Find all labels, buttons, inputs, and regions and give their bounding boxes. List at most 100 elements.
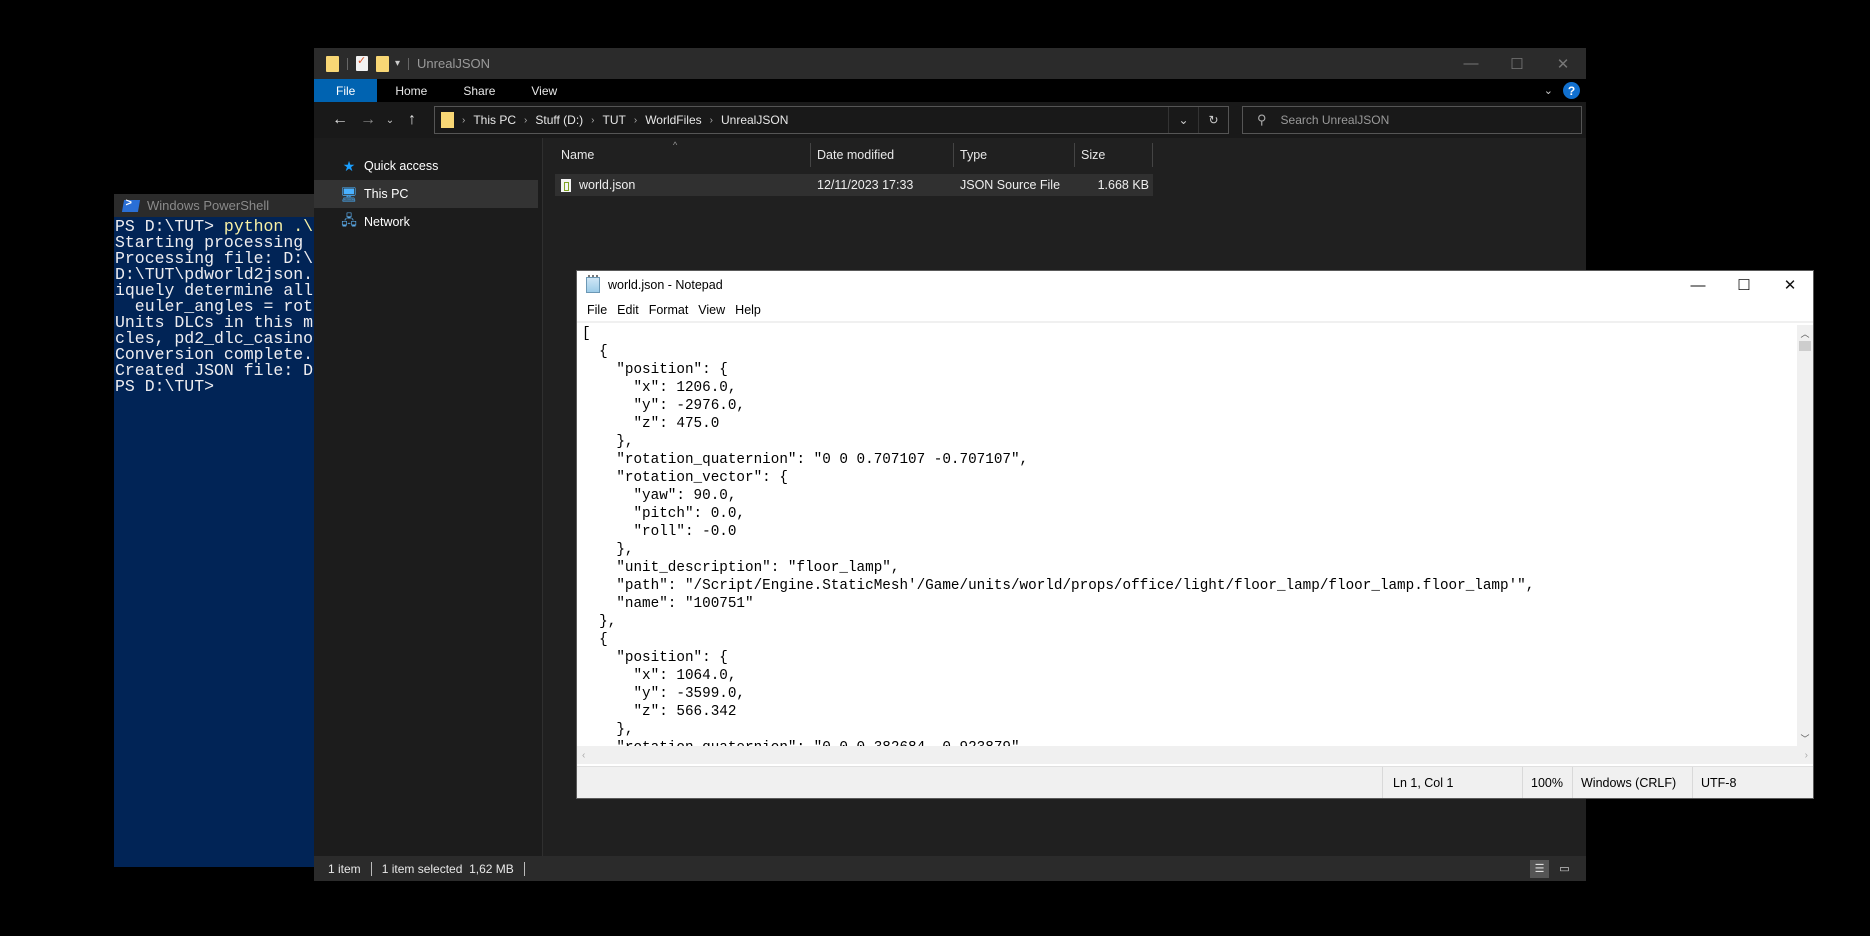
vertical-scrollbar[interactable]: ︿ ﹀ <box>1797 325 1813 746</box>
column-size[interactable]: Size <box>1075 143 1153 167</box>
powershell-titlebar[interactable]: Windows PowerShell <box>114 194 334 217</box>
ps-output: Starting processing Processing file: D:\… <box>115 233 314 395</box>
notepad-status-bar: Ln 1, Col 1 100% Windows (CRLF) UTF-8 <box>577 766 1813 798</box>
scroll-thumb[interactable] <box>1799 341 1811 351</box>
explorer-titlebar[interactable]: ▾ UnrealJSON — ☐ ✕ <box>314 48 1586 79</box>
back-button[interactable]: ← <box>326 111 354 129</box>
folder-icon <box>326 55 339 72</box>
file-type: JSON Source File <box>960 178 1061 192</box>
scroll-right-icon[interactable]: › <box>1805 750 1808 761</box>
sidebar-item-quick-access[interactable]: ★ Quick access <box>314 152 542 180</box>
sidebar-item-network[interactable]: 🖧 Network <box>314 208 542 236</box>
tab-file[interactable]: File <box>314 79 378 102</box>
line-ending: Windows (CRLF) <box>1572 767 1692 798</box>
network-icon: 🖧 <box>341 212 357 228</box>
computer-icon: 🖥 <box>340 185 358 202</box>
chevron-right-icon[interactable]: › <box>634 115 637 126</box>
scroll-up-icon[interactable]: ︿ <box>1797 325 1813 341</box>
tab-share[interactable]: Share <box>445 79 513 102</box>
navigation-bar: ← → ⌄ ↑ › This PC › Stuff (D:) › TUT › W… <box>314 102 1586 138</box>
tab-home[interactable]: Home <box>377 79 445 102</box>
address-bar[interactable]: › This PC › Stuff (D:) › TUT › WorldFile… <box>434 106 1229 134</box>
powershell-window[interactable]: Windows PowerShell PS D:\TUT> python .\ … <box>114 194 334 867</box>
large-icons-view-icon[interactable]: ▭ <box>1555 860 1574 878</box>
chevron-right-icon[interactable]: › <box>462 115 465 126</box>
address-dropdown-icon[interactable]: ⌄ <box>1168 107 1198 133</box>
powershell-icon <box>121 199 141 212</box>
notepad-window[interactable]: world.json - Notepad — ☐ ✕ File Edit For… <box>576 270 1814 799</box>
powershell-title: Windows PowerShell <box>147 198 270 213</box>
zoom-level: 100% <box>1522 767 1572 798</box>
notepad-titlebar[interactable]: world.json - Notepad — ☐ ✕ <box>577 271 1813 299</box>
ribbon: File Home Share View ⌄ ? <box>314 79 1586 102</box>
refresh-icon[interactable]: ↻ <box>1198 107 1228 133</box>
file-name: world.json <box>579 177 636 192</box>
maximize-button[interactable]: ☐ <box>1494 48 1540 79</box>
menu-view[interactable]: View <box>693 303 730 317</box>
divider <box>523 861 525 876</box>
sidebar-item-label: Network <box>364 215 410 229</box>
file-row[interactable]: world.json 12/11/2023 17:33 JSON Source … <box>555 174 1153 196</box>
star-icon: ★ <box>342 157 356 174</box>
chevron-right-icon[interactable]: › <box>710 115 713 126</box>
notepad-title: world.json - Notepad <box>608 278 723 292</box>
breadcrumb-this-pc[interactable]: This PC <box>473 113 516 127</box>
forward-button[interactable]: → <box>354 111 382 129</box>
json-file-icon <box>561 179 571 193</box>
search-box[interactable]: ⚲ Search UnrealJSON <box>1242 106 1582 134</box>
breadcrumb-unrealjson[interactable]: UnrealJSON <box>721 113 788 127</box>
properties-icon[interactable] <box>356 54 368 71</box>
selection-info: 1 item selected 1,62 MB <box>381 861 514 876</box>
scroll-left-icon[interactable]: ‹ <box>582 750 585 761</box>
minimize-button[interactable]: — <box>1448 48 1494 79</box>
editor-content: [ { "position": { "x": 1206.0, "y": -297… <box>582 326 1535 746</box>
notepad-icon <box>586 275 600 293</box>
sidebar-item-label: This PC <box>364 187 409 201</box>
up-button[interactable]: ↑ <box>398 111 426 129</box>
menu-bar: File Edit Format View Help <box>577 299 1813 323</box>
navigation-pane: ★ Quick access 🖥 This PC 🖧 Network <box>314 138 543 856</box>
menu-help[interactable]: Help <box>730 303 766 317</box>
text-editor[interactable]: [ { "position": { "x": 1206.0, "y": -297… <box>577 325 1797 746</box>
maximize-button[interactable]: ☐ <box>1721 271 1767 299</box>
minimize-button[interactable]: — <box>1675 271 1721 299</box>
help-icon[interactable]: ? <box>1563 82 1580 99</box>
breadcrumb-drive[interactable]: Stuff (D:) <box>535 113 583 127</box>
folder-icon <box>441 112 454 128</box>
item-count: 1 item <box>328 861 361 876</box>
sidebar-item-label: Quick access <box>364 159 439 173</box>
customize-toolbar-icon[interactable]: ▾ <box>395 58 400 69</box>
menu-format[interactable]: Format <box>644 303 694 317</box>
recent-locations-icon[interactable]: ⌄ <box>382 115 398 126</box>
sidebar-item-this-pc[interactable]: 🖥 This PC <box>314 180 538 208</box>
close-button[interactable]: ✕ <box>1767 271 1813 299</box>
horizontal-scrollbar[interactable]: ‹ › <box>577 746 1813 764</box>
encoding: UTF-8 <box>1692 767 1782 798</box>
explorer-title: UnrealJSON <box>417 56 490 71</box>
chevron-right-icon[interactable]: › <box>524 115 527 126</box>
file-size: 1.668 KB <box>1097 178 1149 192</box>
column-type[interactable]: Type <box>954 143 1075 167</box>
explorer-status-bar: 1 item 1 item selected 1,62 MB ☰ ▭ <box>314 856 1586 881</box>
search-placeholder: Search UnrealJSON <box>1280 113 1390 127</box>
close-button[interactable]: ✕ <box>1540 48 1586 79</box>
breadcrumb-tut[interactable]: TUT <box>603 113 626 127</box>
expand-ribbon-icon[interactable]: ⌄ <box>1544 84 1553 97</box>
divider <box>347 57 348 70</box>
new-folder-icon[interactable] <box>376 55 389 72</box>
file-date: 12/11/2023 17:33 <box>817 178 914 192</box>
scroll-down-icon[interactable]: ﹀ <box>1797 730 1813 746</box>
chevron-right-icon[interactable]: › <box>591 115 594 126</box>
powershell-console[interactable]: PS D:\TUT> python .\ Starting processing… <box>114 217 314 395</box>
column-headers: Name Date modified Type Size <box>555 138 1153 172</box>
menu-edit[interactable]: Edit <box>612 303 644 317</box>
details-view-icon[interactable]: ☰ <box>1530 859 1549 878</box>
column-date-modified[interactable]: Date modified <box>811 143 954 167</box>
breadcrumb-worldfiles[interactable]: WorldFiles <box>645 113 701 127</box>
menu-file[interactable]: File <box>582 303 612 317</box>
search-icon: ⚲ <box>1257 112 1267 127</box>
tab-view[interactable]: View <box>513 79 575 102</box>
divider <box>408 57 410 70</box>
divider <box>370 861 372 876</box>
column-name[interactable]: Name <box>555 143 811 167</box>
